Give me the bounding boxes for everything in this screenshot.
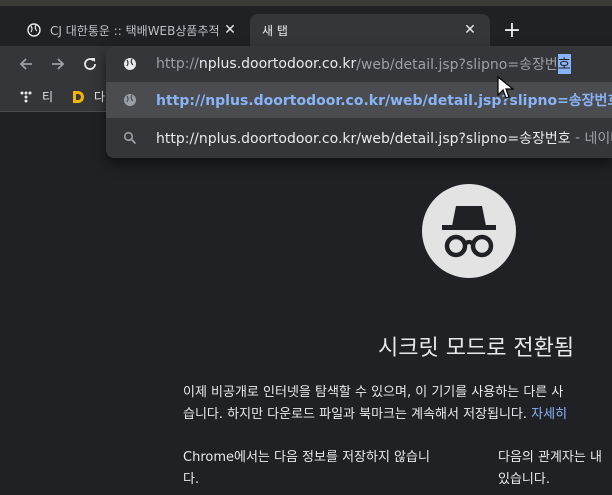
bookmark-item[interactable]: 티 [18,88,53,105]
address-input[interactable]: http://nplus.doortodoor.co.kr/web/detail… [106,46,612,82]
url-scheme: http:// [156,56,199,72]
tab-title: CJ 대한통운 :: 택배WEB상품추적 [50,23,220,38]
text-line: 다음의 관계자는 내 [498,450,602,465]
intro-line: 습니다. 하지만 다운로드 파일과 북마크는 계속해서 저장됩니다. [183,407,528,422]
tab-title: 새 탭 [262,23,288,38]
page-title: 시크릿 모드로 전환됨 [378,336,575,361]
bookmark-favicon-icon [18,89,34,105]
url-selected-text: 호 [557,54,571,74]
globe-icon [26,22,42,38]
bookmark-item[interactable]: 다 [70,88,105,105]
text-line: 다. [183,472,200,487]
url-path: /web/detail.jsp?slipno=송장번 [356,57,558,73]
back-arrow-icon[interactable] [14,52,38,76]
mouse-cursor-icon [497,75,517,102]
omnibox-dropdown: http://nplus.doortodoor.co.kr/web/detail… [106,46,612,158]
search-icon [122,130,138,146]
suggestion-url: http://nplus.doortodoor.co.kr/web/detail… [156,131,571,147]
close-icon[interactable]: ✕ [462,22,478,38]
incognito-icon [422,184,516,278]
reload-icon[interactable] [78,52,102,76]
forward-arrow-icon[interactable] [46,52,70,76]
close-icon[interactable]: ✕ [222,22,238,38]
globe-icon [122,56,138,72]
not-saved-text: Chrome에서는 다음 정보를 저장하지 않습니 다. [183,447,430,491]
suggestion-url: http://nplus.doortodoor.co.kr/web/detail… [156,93,612,109]
bookmark-label: 티 [42,90,54,104]
intro-text: 이제 비공개로 인터넷을 탐색할 수 있으며, 이 기기를 사용하는 다른 사 … [183,382,567,426]
bookmark-label: 다 [94,90,106,104]
text-line: Chrome에서는 다음 정보를 저장하지 않습니 [183,450,430,465]
new-tab-plus-icon[interactable]: + [500,20,524,44]
visible-to-text: 다음의 관계자는 내 있습니다. [498,447,602,491]
suggestion-engine: 네이버 검 [584,131,612,147]
text-line: 있습니다. [498,472,550,487]
intro-line: 이제 비공개로 인터넷을 탐색할 수 있으며, 이 기기를 사용하는 다른 사 [183,385,564,400]
globe-icon [122,92,138,108]
incognito-page [0,112,612,495]
url-host: nplus.doortodoor.co.kr [198,56,357,72]
learn-more-link[interactable]: 자세히 [531,407,567,422]
tab-cj-tracking[interactable]: CJ 대한통운 :: 택배WEB상품추적 ✕ [16,14,248,46]
bookmark-favicon-icon [70,89,86,105]
suggestion-separator: - [570,130,585,146]
suggestion-item[interactable]: http://nplus.doortodoor.co.kr/web/detail… [106,120,612,156]
tab-new-tab[interactable]: 새 탭 ✕ [250,14,490,46]
tab-strip: CJ 대한통운 :: 택배WEB상품추적 ✕ 새 탭 ✕ + [0,6,612,46]
suggestion-item[interactable]: http://nplus.doortodoor.co.kr/web/detail… [106,82,612,118]
